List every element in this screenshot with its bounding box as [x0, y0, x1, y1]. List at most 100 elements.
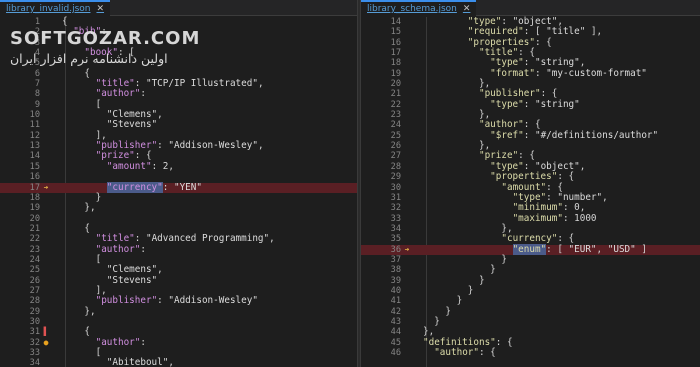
line-number: 42 [390, 306, 401, 317]
right-editor-pane[interactable]: library_schema.json ✕ 14 "type": "object… [361, 0, 700, 367]
code-token: "YEN" [173, 181, 202, 193]
code-line[interactable]: 5 [0, 58, 357, 68]
code-line[interactable]: 30 [0, 317, 357, 327]
code-line[interactable]: 11 "Stevens" [0, 119, 357, 131]
line-number: 8 [34, 89, 40, 100]
code-line[interactable]: 8 "author": [0, 89, 357, 100]
code-line[interactable]: 2 "bib": [0, 27, 357, 38]
line-number: 27 [29, 285, 40, 296]
code-line[interactable]: 33 [ [0, 347, 357, 358]
error-bar-icon[interactable]: ▌ [42, 327, 50, 337]
code-line[interactable]: 42 } [361, 306, 700, 317]
code-token: [ [62, 98, 102, 110]
line-number: 25 [390, 130, 401, 141]
line-number: 1 [34, 17, 40, 27]
tab-library-invalid[interactable]: library_invalid.json ✕ [0, 0, 111, 16]
line-number: 30 [29, 316, 40, 327]
line-number: 2 [34, 27, 40, 38]
code-line[interactable]: 25 "Clemens", [0, 265, 357, 276]
code-token: "enum" [512, 243, 547, 255]
line-number: 32 [390, 203, 401, 214]
code-token: : [140, 243, 146, 255]
code-line[interactable]: 31 ▌ { [0, 327, 357, 338]
code-line[interactable]: 22 "title": "Advanced Programming", [0, 233, 357, 245]
code-line[interactable]: 24 [ [0, 254, 357, 265]
code-line[interactable]: 29 }, [0, 306, 357, 317]
line-number: 39 [390, 275, 401, 286]
line-number: 14 [390, 17, 401, 27]
code-line[interactable]: 32 ● "author": [0, 337, 357, 348]
code-line[interactable]: 22 "type": "string" [361, 98, 700, 110]
code-line[interactable]: 19 "format": "my-custom-format" [361, 68, 700, 79]
code-line[interactable]: 18 } [0, 192, 357, 203]
code-token: : { [523, 119, 541, 131]
code-token: : [157, 140, 169, 152]
line-number: 23 [29, 244, 40, 255]
code-token: "Stevens" [106, 119, 158, 131]
code-token: "type" [490, 160, 524, 172]
code-token: "title" [95, 233, 135, 245]
warning-arrow-icon[interactable]: ➔ [403, 245, 411, 255]
code-token: } [423, 274, 485, 286]
code-token: , [602, 191, 608, 203]
line-number: 27 [390, 151, 401, 162]
code-token: , [579, 160, 586, 172]
code-line[interactable]: 25 "$ref": "#/definitions/author" [361, 129, 700, 141]
line-number: 35 [390, 234, 401, 245]
code-line[interactable]: 9 [ [0, 98, 357, 110]
code-token: : [523, 98, 535, 110]
right-code-lines[interactable]: 14 "type": "object", 15 "required": [ "ti… [361, 16, 700, 358]
warning-arrow-icon[interactable]: ➔ [42, 183, 50, 193]
code-line[interactable]: 45 "definitions": { [361, 337, 700, 348]
code-line[interactable]: 28 "publisher": "Addison-Wesley" [0, 296, 357, 307]
code-token: "properties" [490, 171, 558, 183]
code-line[interactable]: 19 }, [0, 203, 357, 214]
code-line[interactable]: 46 "author": { [361, 347, 700, 358]
left-code-lines[interactable]: 1{2 "bib": 3 4 "book": [5 6 {7 "title": "… [0, 16, 357, 367]
code-line[interactable]: 1{ [0, 16, 357, 27]
code-token: ], [62, 129, 107, 141]
code-token: : { [540, 88, 558, 100]
code-token: } [423, 264, 496, 276]
code-line[interactable]: 41 } [361, 296, 700, 307]
code-token: : [ [546, 243, 569, 255]
code-line[interactable]: 34 "Abiteboul", [0, 358, 357, 367]
code-line[interactable]: 44}, [361, 327, 700, 338]
code-line[interactable]: 3 [0, 38, 357, 48]
code-token: "#/definitions/author" [534, 129, 659, 141]
close-icon[interactable]: ✕ [463, 4, 471, 14]
code-line[interactable]: 33 "maximum": 1000 [361, 212, 700, 224]
code-line[interactable]: 17 ➔ "currency": "YEN" [0, 181, 357, 193]
code-line[interactable]: 20 [0, 214, 357, 224]
code-line[interactable]: 14 "prize": { [0, 151, 357, 162]
code-line[interactable]: 7 "title": "TCP/IP Illustrated", [0, 78, 357, 89]
code-line[interactable]: 4 "book": [ [0, 47, 357, 58]
code-line[interactable]: 39 } [361, 274, 700, 286]
code-line[interactable]: 13 "publisher": "Addison-Wesley", [0, 140, 357, 152]
code-line[interactable]: 38 } [361, 264, 700, 276]
code-token: } [423, 284, 474, 296]
code-token: } [423, 253, 507, 265]
code-token: "prize" [478, 150, 519, 162]
code-line[interactable]: 36 ➔ "enum": [ "EUR", "USD" ] [361, 243, 700, 255]
code-token: : 0, [562, 202, 586, 214]
code-line[interactable]: 26 "Stevens" [0, 275, 357, 286]
code-line[interactable]: 15 "amount": 2, [0, 161, 357, 172]
code-token: "title" [478, 47, 519, 59]
code-line[interactable]: 10 "Clemens", [0, 109, 357, 120]
code-token: : [523, 160, 535, 172]
code-line[interactable]: 23 "author": [0, 243, 357, 255]
warning-dot-icon[interactable]: ● [42, 338, 50, 348]
tab-library-schema[interactable]: library_schema.json ✕ [361, 0, 477, 16]
code-token: : 1000 [562, 212, 597, 224]
code-line[interactable]: 37 } [361, 253, 700, 265]
code-line[interactable]: 40 } [361, 284, 700, 296]
code-line[interactable]: 43 } [361, 316, 700, 327]
code-line[interactable]: 35 "currency": { [361, 234, 700, 245]
close-icon[interactable]: ✕ [96, 4, 104, 14]
code-token: "object" [512, 16, 558, 27]
left-editor-pane[interactable]: library_invalid.json ✕ 1{2 "bib": 3 4 "bo… [0, 0, 357, 367]
